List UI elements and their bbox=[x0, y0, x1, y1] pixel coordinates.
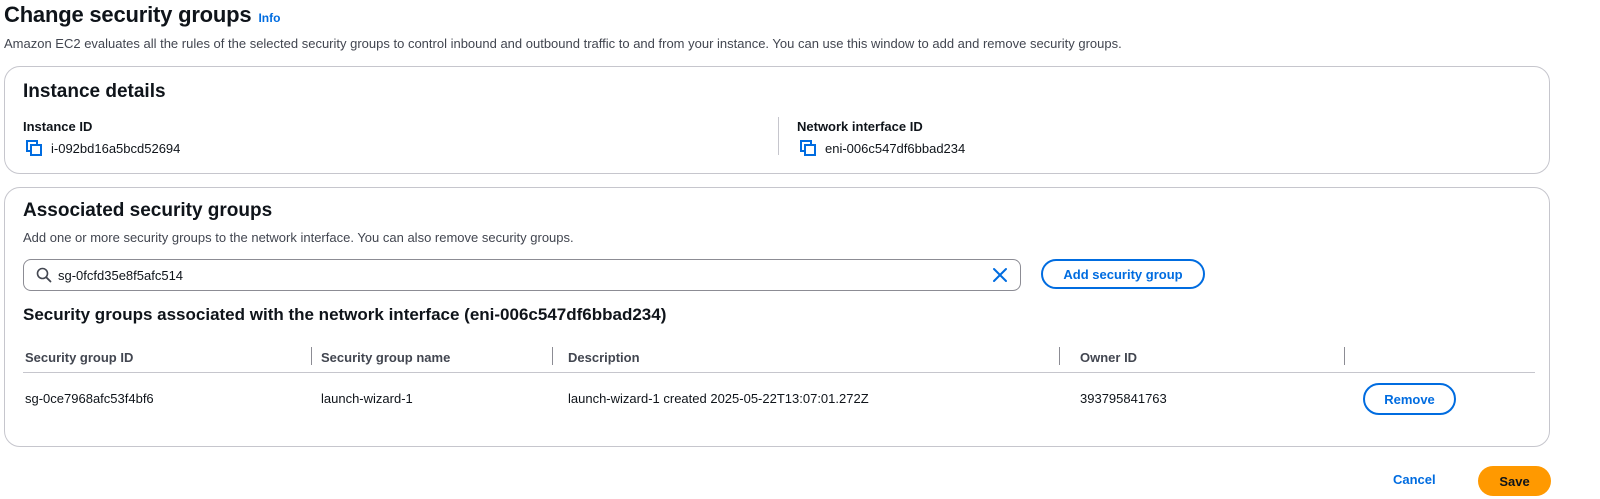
instance-details-container: Instance details Instance ID i-092bd16a5… bbox=[4, 66, 1550, 174]
page-title: Change security groups bbox=[4, 2, 252, 27]
network-interface-field: Network interface ID eni-006c547df6bbad2… bbox=[797, 119, 965, 157]
copy-icon[interactable] bbox=[25, 139, 43, 157]
copy-icon[interactable] bbox=[799, 139, 817, 157]
instance-id-copy[interactable]: i-092bd16a5bcd52694 bbox=[23, 139, 180, 157]
column-resizer[interactable] bbox=[311, 347, 312, 365]
instance-id-value: i-092bd16a5bcd52694 bbox=[51, 140, 181, 156]
instance-details-title: Instance details bbox=[23, 81, 166, 102]
page-description: Amazon EC2 evaluates all the rules of th… bbox=[4, 36, 1122, 51]
network-interface-value: eni-006c547df6bbad234 bbox=[825, 140, 966, 156]
associated-security-groups-container: Associated security groups Add one or mo… bbox=[4, 187, 1550, 447]
network-interface-copy[interactable]: eni-006c547df6bbad234 bbox=[797, 139, 965, 157]
cell-sg-id: sg-0ce7968afc53f4bf6 bbox=[25, 391, 154, 406]
cell-description: launch-wizard-1 created 2025-05-22T13:07… bbox=[568, 391, 869, 406]
title-row: Change security groups Info bbox=[4, 2, 1580, 28]
cell-owner-id: 393795841763 bbox=[1080, 391, 1167, 406]
security-group-search[interactable] bbox=[23, 259, 1021, 291]
search-icon bbox=[36, 267, 52, 283]
column-resizer[interactable] bbox=[552, 347, 553, 365]
cancel-button[interactable]: Cancel bbox=[1393, 472, 1436, 487]
instance-id-label: Instance ID bbox=[23, 119, 93, 134]
page-header: Change security groups Info Amazon EC2 e… bbox=[4, 2, 1580, 51]
search-input[interactable] bbox=[58, 267, 992, 283]
column-header-description[interactable]: Description bbox=[568, 350, 640, 365]
table-row: sg-0ce7968afc53f4bf6 launch-wizard-1 lau… bbox=[23, 373, 1535, 423]
column-resizer[interactable] bbox=[1344, 347, 1345, 365]
security-groups-table: Security group ID Security group name De… bbox=[23, 345, 1535, 423]
column-header-owner-id[interactable]: Owner ID bbox=[1080, 350, 1137, 365]
network-interface-label: Network interface ID bbox=[797, 119, 923, 134]
column-header-sg-id[interactable]: Security group ID bbox=[25, 350, 133, 365]
table-header: Security group ID Security group name De… bbox=[23, 345, 1535, 373]
info-link[interactable]: Info bbox=[258, 11, 280, 25]
save-button[interactable]: Save bbox=[1478, 466, 1551, 496]
clear-icon[interactable] bbox=[992, 267, 1008, 283]
instance-id-field: Instance ID i-092bd16a5bcd52694 bbox=[23, 119, 180, 157]
add-security-group-button[interactable]: Add security group bbox=[1041, 259, 1205, 289]
column-header-sg-name[interactable]: Security group name bbox=[321, 350, 450, 365]
table-title: Security groups associated with the netw… bbox=[23, 305, 667, 324]
associated-sg-description: Add one or more security groups to the n… bbox=[23, 230, 574, 245]
associated-sg-title: Associated security groups bbox=[23, 200, 273, 221]
remove-button[interactable]: Remove bbox=[1363, 383, 1456, 415]
cell-sg-name: launch-wizard-1 bbox=[321, 391, 413, 406]
column-resizer[interactable] bbox=[1059, 347, 1060, 365]
column-divider bbox=[778, 117, 779, 155]
